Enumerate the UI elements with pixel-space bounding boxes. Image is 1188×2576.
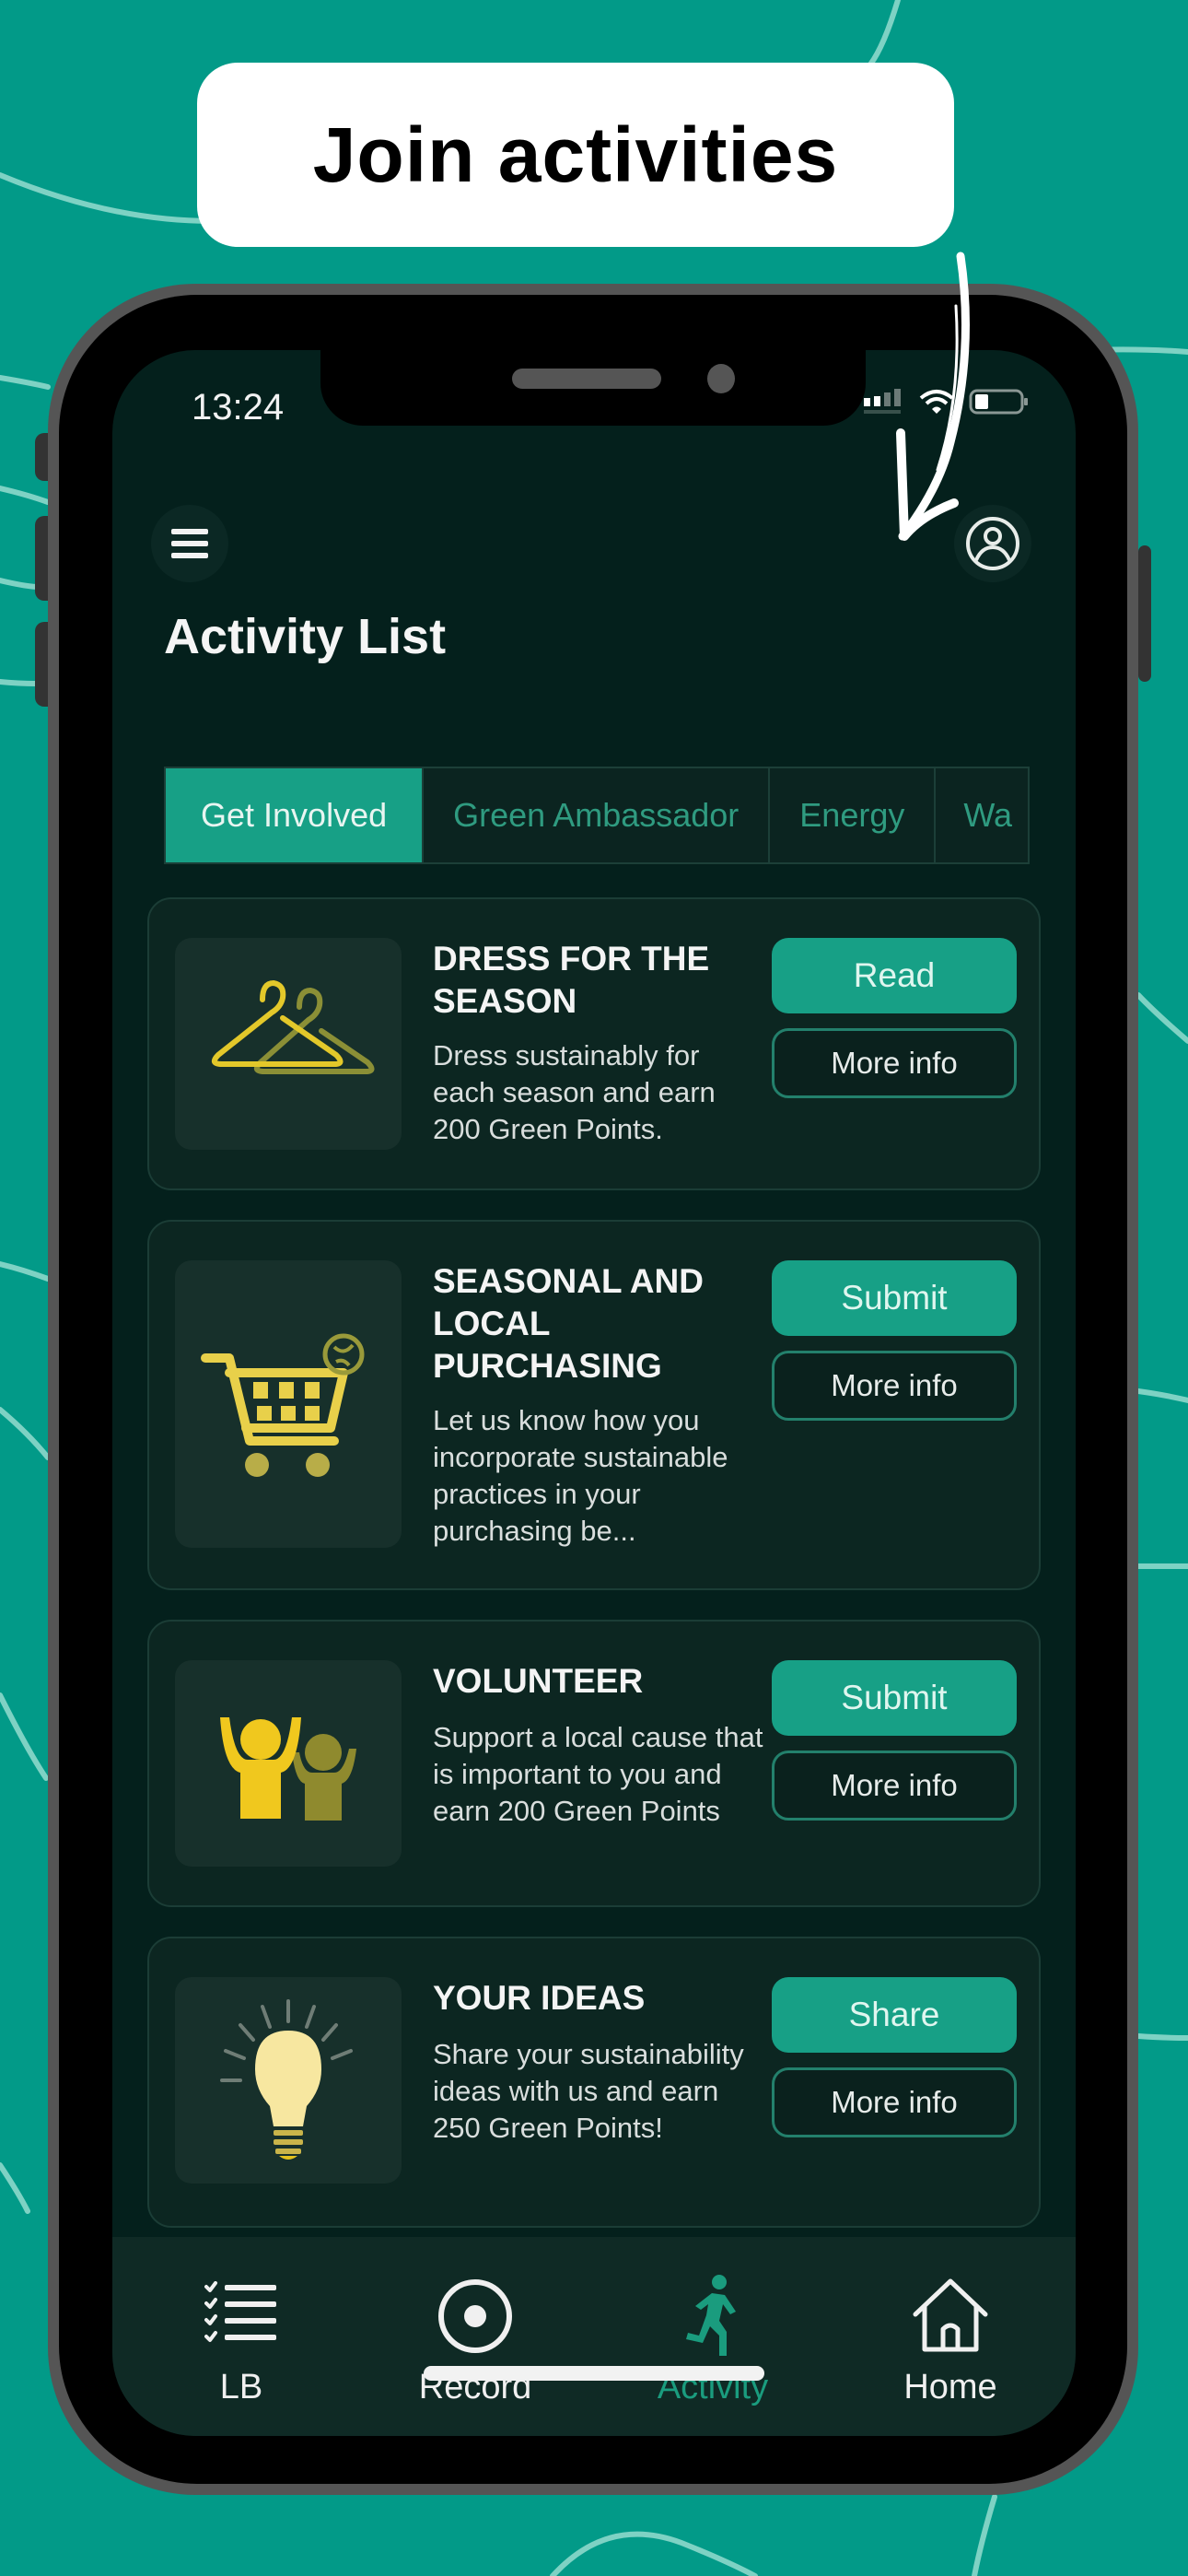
tab-label: Wa xyxy=(963,796,1013,834)
annotation-arrow-icon xyxy=(896,252,970,541)
activity-title: YOUR IDEAS xyxy=(433,1979,646,2017)
tab-label: Green Ambassador xyxy=(453,796,740,834)
more-info-button[interactable]: More info xyxy=(772,1028,1017,1098)
nav-activity[interactable]: Activity xyxy=(621,2270,805,2407)
read-button[interactable]: Read xyxy=(772,938,1017,1013)
nav-record[interactable]: Record xyxy=(383,2270,567,2407)
activity-description: Let us know how you incorporate sustaina… xyxy=(433,1404,728,1547)
phone-power-button xyxy=(1138,545,1151,682)
tab-energy[interactable]: Energy xyxy=(770,768,937,862)
activity-thumbnail xyxy=(175,1660,402,1867)
tab-green-ambassador[interactable]: Green Ambassador xyxy=(424,768,771,862)
page-title: Activity List xyxy=(164,609,447,664)
home-indicator[interactable] xyxy=(424,2366,764,2381)
lightbulb-icon xyxy=(220,1999,353,2160)
checklist-icon xyxy=(204,2281,276,2342)
more-info-button[interactable]: More info xyxy=(772,2067,1017,2137)
activity-card: DRESS FOR THE SEASON Dress sustainably f… xyxy=(147,897,1041,1190)
shopping-cart-globe-icon xyxy=(201,1333,365,1477)
activity-thumbnail xyxy=(175,938,402,1150)
status-time: 13:24 xyxy=(192,387,285,427)
nav-lb[interactable]: LB xyxy=(149,2270,333,2407)
submit-button[interactable]: Submit xyxy=(772,1260,1017,1336)
tab-get-involved[interactable]: Get Involved xyxy=(166,768,425,862)
activity-title: SEASONAL AND LOCAL PURCHASING xyxy=(433,1262,704,1385)
clothes-hanger-icon xyxy=(211,980,375,1074)
activity-thumbnail xyxy=(175,1977,402,2184)
submit-button[interactable]: Submit xyxy=(772,1660,1017,1736)
app-screen: 13:24 Activity List Get Involved Green A… xyxy=(112,350,1076,2436)
nav-home[interactable]: Home xyxy=(858,2270,1042,2407)
share-button[interactable]: Share xyxy=(772,1977,1017,2053)
volunteers-icon xyxy=(220,1717,356,1821)
activity-description: Share your sustainability ideas with us … xyxy=(433,2038,744,2144)
nav-label: LB xyxy=(219,2368,263,2406)
record-icon xyxy=(438,2279,512,2353)
more-info-button[interactable]: More info xyxy=(772,1751,1017,1821)
activity-description: Support a local cause that is important … xyxy=(433,1721,763,1827)
running-person-icon xyxy=(686,2275,736,2356)
tab-waste[interactable]: Wa xyxy=(936,768,1028,862)
activity-card: SEASONAL AND LOCAL PURCHASING Let us kno… xyxy=(147,1220,1041,1590)
activity-card: YOUR IDEAS Share your sustainability ide… xyxy=(147,1937,1041,2228)
activity-description: Dress sustainably for each season and ea… xyxy=(433,1039,716,1145)
category-tabs: Get Involved Green Ambassador Energy Wa xyxy=(164,767,1030,864)
home-icon xyxy=(913,2278,988,2352)
activity-title: DRESS FOR THE SEASON xyxy=(433,940,710,1020)
activity-thumbnail xyxy=(175,1260,402,1548)
phone-camera xyxy=(707,364,735,393)
nav-label: Home xyxy=(903,2368,997,2406)
activity-title: VOLUNTEER xyxy=(433,1662,644,1700)
callout-banner: Join activities xyxy=(197,63,954,247)
tab-label: Get Involved xyxy=(201,796,388,834)
tab-label: Energy xyxy=(799,796,905,834)
activity-card: VOLUNTEER Support a local cause that is … xyxy=(147,1620,1041,1907)
menu-button[interactable] xyxy=(151,505,228,582)
more-info-button[interactable]: More info xyxy=(772,1351,1017,1421)
callout-text: Join activities xyxy=(312,111,839,198)
bottom-navigation: LB Record Activity Home xyxy=(112,2237,1076,2436)
phone-speaker xyxy=(512,369,661,389)
hamburger-menu-icon xyxy=(171,529,208,558)
